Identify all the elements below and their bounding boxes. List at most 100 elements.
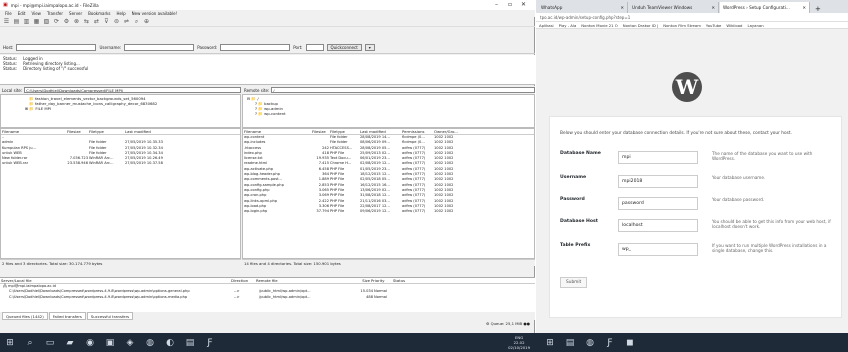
windows-start-icon[interactable]: ⊞ xyxy=(543,336,557,350)
col-modified[interactable]: Last modified xyxy=(124,129,184,134)
menu-help[interactable]: Help xyxy=(117,11,126,16)
search-icon[interactable]: ⌕ xyxy=(133,18,140,25)
site-manager-icon[interactable]: ☰ xyxy=(3,18,10,25)
tab-whatsapp[interactable]: WhatsApp ✕ xyxy=(538,2,628,13)
bookmark-item[interactable]: Layanan xyxy=(747,23,763,28)
remote-file-list: Filename Filesize Filetype Last modified… xyxy=(242,128,535,259)
file-row[interactable]: untuk WEB.rar 23.538.946 WinRAR Arc... 27/0… xyxy=(1,161,240,166)
menu-transfer[interactable]: Transfer xyxy=(47,11,63,16)
filezilla-icon[interactable]: Ƒ xyxy=(603,336,617,350)
chrome-icon[interactable]: ◍ xyxy=(143,336,157,350)
submit-button[interactable]: Submit xyxy=(560,277,588,288)
app-icon[interactable]: ▤ xyxy=(563,336,577,350)
filter-icon[interactable]: ⊽ xyxy=(103,18,110,25)
close-icon[interactable]: ✕ xyxy=(711,2,715,13)
username-input[interactable] xyxy=(124,44,195,51)
tab-wordpress[interactable]: WordPress › Setup Configurati... ✕ xyxy=(720,2,810,13)
disconnect-icon[interactable]: ⇆ xyxy=(83,18,90,25)
menu-bookmarks[interactable]: Bookmarks xyxy=(88,11,110,16)
username-input[interactable]: mpi2018 xyxy=(618,175,698,188)
password-input[interactable]: password xyxy=(618,197,698,210)
port-input[interactable] xyxy=(305,44,324,51)
app-icon[interactable]: ▣ xyxy=(103,336,117,350)
toggle-log-icon[interactable]: ▤ xyxy=(13,18,20,25)
menu-file[interactable]: File xyxy=(5,11,12,16)
close-icon[interactable]: ✕ xyxy=(802,2,806,13)
toggle-remote-tree-icon[interactable]: ▦ xyxy=(33,18,40,25)
toggle-queue-icon[interactable]: ▧ xyxy=(43,18,50,25)
process-queue-icon[interactable]: ⚙ xyxy=(63,18,70,25)
menu-edit[interactable]: Edit xyxy=(18,11,26,16)
col-filetype[interactable]: Filetype xyxy=(329,129,359,134)
table-prefix-input[interactable]: wp_ xyxy=(618,243,698,256)
password-input[interactable] xyxy=(220,44,291,51)
local-path-input[interactable]: C:\Users\Dodhiel\Downloads\Compressed\FI… xyxy=(24,87,241,93)
file-row[interactable]: wp-login.php 37.794 PHP File 09/06/2019 12.… xyxy=(243,209,534,214)
minimize-icon[interactable]: – xyxy=(495,1,498,8)
col-permissions[interactable]: Permissions xyxy=(401,129,433,134)
col-size[interactable]: Size xyxy=(350,278,370,283)
sync-browse-icon[interactable]: ⇌ xyxy=(123,18,130,25)
bookmark-item[interactable]: Play - Ala xyxy=(559,23,577,28)
app-icon[interactable]: ◉ xyxy=(83,336,97,350)
col-priority[interactable]: Priority xyxy=(370,278,392,283)
windows-start-icon[interactable]: ⊞ xyxy=(3,336,17,350)
task-view-icon[interactable]: ▭ xyxy=(43,336,57,350)
password-label: Password: xyxy=(197,45,218,50)
tab-teamviewer[interactable]: Unduh TeamViewer Windows ✕ xyxy=(629,2,719,13)
binoculars-icon[interactable]: ⊕ xyxy=(143,18,150,25)
col-remote-file[interactable]: Remote file xyxy=(255,278,350,283)
queue-row[interactable]: C:\Users\Dodhiel\Downloads\Compressed\wo… xyxy=(0,295,535,300)
app-icon[interactable]: ▤ xyxy=(183,336,197,350)
bookmark-item[interactable]: Nonton Film Stream xyxy=(663,23,701,28)
clock-date: 02/10/2019 xyxy=(508,345,530,350)
menu-server[interactable]: Server xyxy=(69,11,82,16)
col-owner[interactable]: Owner/Gro... xyxy=(433,129,463,134)
bookmark-item[interactable]: Nonton Movie 21 O xyxy=(581,23,617,28)
col-filetype[interactable]: Filetype xyxy=(88,129,124,134)
search-icon[interactable]: ⌕ xyxy=(23,336,37,350)
menu-view[interactable]: View xyxy=(31,11,41,16)
compare-icon[interactable]: ⊜ xyxy=(113,18,120,25)
tab-successful-transfers[interactable]: Successful transfers xyxy=(86,312,134,320)
bookmark-item[interactable]: Wikiload xyxy=(726,23,742,28)
bookmark-item[interactable]: YouTube xyxy=(706,23,721,28)
database-host-input[interactable]: localhost xyxy=(618,219,698,232)
tab-queued-files[interactable]: Queued files (1442) xyxy=(2,312,48,320)
reconnect-icon[interactable]: ⇄ xyxy=(93,18,100,25)
remote-path-input[interactable]: / xyxy=(271,87,535,93)
refresh-icon[interactable]: ⟳ xyxy=(53,18,60,25)
col-modified[interactable]: Last modified xyxy=(359,129,401,134)
col-status[interactable]: Status xyxy=(392,278,417,283)
maximize-icon[interactable]: ▫ xyxy=(508,1,512,8)
tree-item[interactable]: ? 📁 wp-content xyxy=(247,111,530,116)
toggle-tree-icon[interactable]: ▥ xyxy=(23,18,30,25)
close-icon[interactable]: ✕ xyxy=(521,1,526,8)
col-filename[interactable]: Filename xyxy=(243,129,311,134)
tab-failed-transfers[interactable]: Failed transfers xyxy=(48,312,86,320)
app-icon[interactable]: ◐ xyxy=(163,336,177,350)
col-filesize[interactable]: Filesize xyxy=(311,129,329,134)
col-direction[interactable]: Direction xyxy=(230,278,255,283)
address-bar[interactable]: tpo.ac.id/wp-admin/setup-config.php?step… xyxy=(536,13,848,22)
menu-new-version[interactable]: New version available! xyxy=(132,11,178,16)
app-icon[interactable]: ◈ xyxy=(123,336,137,350)
new-tab-icon[interactable]: + xyxy=(811,5,825,13)
quickconnect-button[interactable]: Quickconnect xyxy=(326,44,362,51)
close-icon[interactable]: ✕ xyxy=(620,2,624,13)
chrome-icon[interactable]: ◍ xyxy=(583,336,597,350)
host-input[interactable] xyxy=(16,44,97,51)
col-local-file[interactable]: Server/Local file xyxy=(0,278,230,283)
quickconnect-dropdown[interactable]: ▾ xyxy=(364,44,375,51)
file-explorer-icon[interactable]: ▰ xyxy=(63,336,77,350)
bookmark-item[interactable]: Aplikasi xyxy=(539,23,554,28)
tree-item[interactable]: ⊞ 📁 FILE MPI xyxy=(5,106,236,111)
cancel-icon[interactable]: ⊗ xyxy=(73,18,80,25)
filezilla-icon[interactable]: Ƒ xyxy=(203,336,217,350)
database-name-input[interactable]: mpi xyxy=(618,151,698,164)
bookmark-item[interactable]: Nonton Drakor ID | xyxy=(623,23,659,28)
col-filesize[interactable]: Filesize xyxy=(66,129,88,134)
system-tray[interactable]: ENG 22.02 02/10/2019 xyxy=(508,335,530,350)
col-filename[interactable]: Filename xyxy=(1,129,66,134)
app-icon[interactable]: ◼ xyxy=(623,336,637,350)
